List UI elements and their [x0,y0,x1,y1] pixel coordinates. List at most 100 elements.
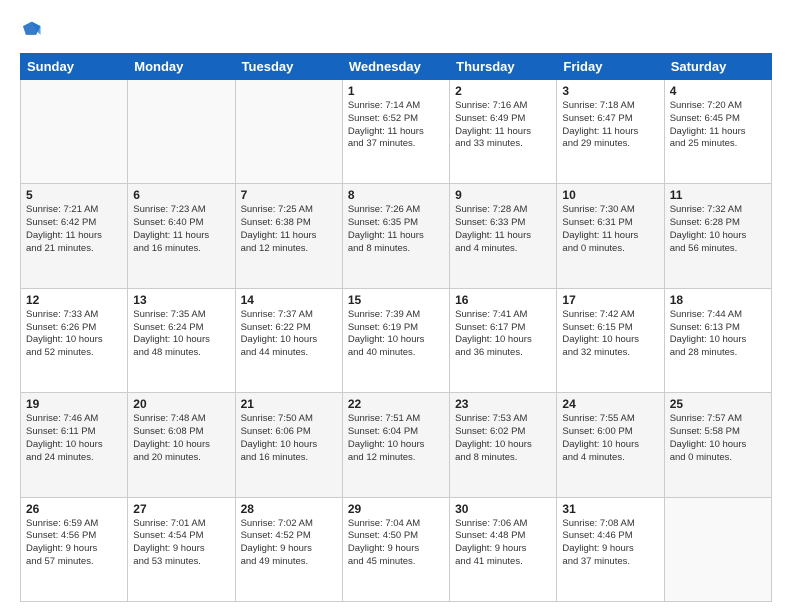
day-number: 5 [26,188,122,202]
calendar-cell: 17 Sunrise: 7:42 AM Sunset: 6:15 PM Dayli… [557,288,664,392]
logo [20,16,44,45]
day-number: 13 [133,293,229,307]
day-info: Sunrise: 7:02 AM Sunset: 4:52 PM Dayligh… [241,518,337,569]
day-number: 28 [241,502,337,516]
calendar-cell [21,80,128,184]
day-number: 11 [670,188,766,202]
calendar-cell: 7 Sunrise: 7:25 AM Sunset: 6:38 PM Daylig… [235,184,342,288]
day-info: Sunrise: 6:59 AM Sunset: 4:56 PM Dayligh… [26,518,122,569]
day-info: Sunrise: 7:46 AM Sunset: 6:11 PM Dayligh… [26,413,122,464]
logo-icon [20,18,42,40]
day-info: Sunrise: 7:42 AM Sunset: 6:15 PM Dayligh… [562,309,658,360]
calendar-cell: 23Sunrise: 7:53 AM Sunset: 6:02 PM Dayli… [450,393,557,497]
day-info: Sunrise: 7:04 AM Sunset: 4:50 PM Dayligh… [348,518,444,569]
day-number: 17 [562,293,658,307]
calendar-cell: 31 Sunrise: 7:08 AM Sunset: 4:46 PM Dayli… [557,497,664,601]
calendar-cell: 1Sunrise: 7:14 AM Sunset: 6:52 PM Daylig… [342,80,449,184]
day-info: Sunrise: 7:30 AM Sunset: 6:31 PM Dayligh… [562,204,658,255]
day-info: Sunrise: 7:18 AM Sunset: 6:47 PM Dayligh… [562,100,658,151]
day-info: Sunrise: 7:20 AM Sunset: 6:45 PM Dayligh… [670,100,766,151]
calendar: SundayMondayTuesdayWednesdayThursdayFrid… [20,53,772,602]
day-number: 15 [348,293,444,307]
calendar-week-row: 1Sunrise: 7:14 AM Sunset: 6:52 PM Daylig… [21,80,772,184]
calendar-cell: 18 Sunrise: 7:44 AM Sunset: 6:13 PM Dayli… [664,288,771,392]
calendar-cell: 3Sunrise: 7:18 AM Sunset: 6:47 PM Daylig… [557,80,664,184]
calendar-cell: 9Sunrise: 7:28 AM Sunset: 6:33 PM Daylig… [450,184,557,288]
day-info: Sunrise: 7:44 AM Sunset: 6:13 PM Dayligh… [670,309,766,360]
calendar-cell: 30Sunrise: 7:06 AM Sunset: 4:48 PM Dayli… [450,497,557,601]
weekday-header: Friday [557,54,664,80]
calendar-cell: 25Sunrise: 7:57 AM Sunset: 5:58 PM Dayli… [664,393,771,497]
day-info: Sunrise: 7:55 AM Sunset: 6:00 PM Dayligh… [562,413,658,464]
day-info: Sunrise: 7:01 AM Sunset: 4:54 PM Dayligh… [133,518,229,569]
calendar-cell: 27 Sunrise: 7:01 AM Sunset: 4:54 PM Dayli… [128,497,235,601]
day-number: 2 [455,84,551,98]
calendar-cell: 10 Sunrise: 7:30 AM Sunset: 6:31 PM Dayli… [557,184,664,288]
day-info: Sunrise: 7:28 AM Sunset: 6:33 PM Dayligh… [455,204,551,255]
calendar-cell: 19 Sunrise: 7:46 AM Sunset: 6:11 PM Dayli… [21,393,128,497]
day-number: 16 [455,293,551,307]
day-number: 6 [133,188,229,202]
day-number: 24 [562,397,658,411]
day-number: 22 [348,397,444,411]
day-number: 21 [241,397,337,411]
weekday-header: Wednesday [342,54,449,80]
day-number: 19 [26,397,122,411]
day-info: Sunrise: 7:32 AM Sunset: 6:28 PM Dayligh… [670,204,766,255]
day-number: 27 [133,502,229,516]
weekday-header-row: SundayMondayTuesdayWednesdayThursdayFrid… [21,54,772,80]
day-info: Sunrise: 7:41 AM Sunset: 6:17 PM Dayligh… [455,309,551,360]
day-info: Sunrise: 7:50 AM Sunset: 6:06 PM Dayligh… [241,413,337,464]
day-number: 8 [348,188,444,202]
calendar-cell [128,80,235,184]
calendar-cell: 21 Sunrise: 7:50 AM Sunset: 6:06 PM Dayli… [235,393,342,497]
day-number: 25 [670,397,766,411]
day-info: Sunrise: 7:16 AM Sunset: 6:49 PM Dayligh… [455,100,551,151]
weekday-header: Saturday [664,54,771,80]
day-number: 26 [26,502,122,516]
calendar-cell: 2 Sunrise: 7:16 AM Sunset: 6:49 PM Daylig… [450,80,557,184]
weekday-header: Thursday [450,54,557,80]
day-info: Sunrise: 7:25 AM Sunset: 6:38 PM Dayligh… [241,204,337,255]
weekday-header: Tuesday [235,54,342,80]
calendar-cell: 28 Sunrise: 7:02 AM Sunset: 4:52 PM Dayli… [235,497,342,601]
calendar-cell: 29 Sunrise: 7:04 AM Sunset: 4:50 PM Dayli… [342,497,449,601]
header [20,16,772,45]
day-number: 7 [241,188,337,202]
calendar-cell: 8 Sunrise: 7:26 AM Sunset: 6:35 PM Daylig… [342,184,449,288]
weekday-header: Sunday [21,54,128,80]
day-number: 23 [455,397,551,411]
day-number: 4 [670,84,766,98]
calendar-cell [235,80,342,184]
calendar-cell: 24 Sunrise: 7:55 AM Sunset: 6:00 PM Dayli… [557,393,664,497]
calendar-cell: 4 Sunrise: 7:20 AM Sunset: 6:45 PM Daylig… [664,80,771,184]
day-info: Sunrise: 7:35 AM Sunset: 6:24 PM Dayligh… [133,309,229,360]
calendar-cell: 12 Sunrise: 7:33 AM Sunset: 6:26 PM Dayli… [21,288,128,392]
calendar-cell: 14Sunrise: 7:37 AM Sunset: 6:22 PM Dayli… [235,288,342,392]
day-info: Sunrise: 7:06 AM Sunset: 4:48 PM Dayligh… [455,518,551,569]
day-number: 29 [348,502,444,516]
day-number: 1 [348,84,444,98]
calendar-cell: 13 Sunrise: 7:35 AM Sunset: 6:24 PM Dayli… [128,288,235,392]
day-info: Sunrise: 7:33 AM Sunset: 6:26 PM Dayligh… [26,309,122,360]
day-info: Sunrise: 7:23 AM Sunset: 6:40 PM Dayligh… [133,204,229,255]
day-info: Sunrise: 7:08 AM Sunset: 4:46 PM Dayligh… [562,518,658,569]
calendar-cell: 6 Sunrise: 7:23 AM Sunset: 6:40 PM Daylig… [128,184,235,288]
day-info: Sunrise: 7:51 AM Sunset: 6:04 PM Dayligh… [348,413,444,464]
calendar-week-row: 26 Sunrise: 6:59 AM Sunset: 4:56 PM Dayli… [21,497,772,601]
day-number: 18 [670,293,766,307]
day-info: Sunrise: 7:48 AM Sunset: 6:08 PM Dayligh… [133,413,229,464]
calendar-week-row: 19 Sunrise: 7:46 AM Sunset: 6:11 PM Dayli… [21,393,772,497]
day-info: Sunrise: 7:26 AM Sunset: 6:35 PM Dayligh… [348,204,444,255]
day-number: 31 [562,502,658,516]
calendar-cell: 11 Sunrise: 7:32 AM Sunset: 6:28 PM Dayli… [664,184,771,288]
day-info: Sunrise: 7:39 AM Sunset: 6:19 PM Dayligh… [348,309,444,360]
calendar-cell: 20Sunrise: 7:48 AM Sunset: 6:08 PM Dayli… [128,393,235,497]
day-number: 12 [26,293,122,307]
calendar-cell: 22 Sunrise: 7:51 AM Sunset: 6:04 PM Dayli… [342,393,449,497]
day-info: Sunrise: 7:21 AM Sunset: 6:42 PM Dayligh… [26,204,122,255]
calendar-cell: 5 Sunrise: 7:21 AM Sunset: 6:42 PM Daylig… [21,184,128,288]
day-number: 10 [562,188,658,202]
day-info: Sunrise: 7:37 AM Sunset: 6:22 PM Dayligh… [241,309,337,360]
calendar-cell: 15 Sunrise: 7:39 AM Sunset: 6:19 PM Dayli… [342,288,449,392]
